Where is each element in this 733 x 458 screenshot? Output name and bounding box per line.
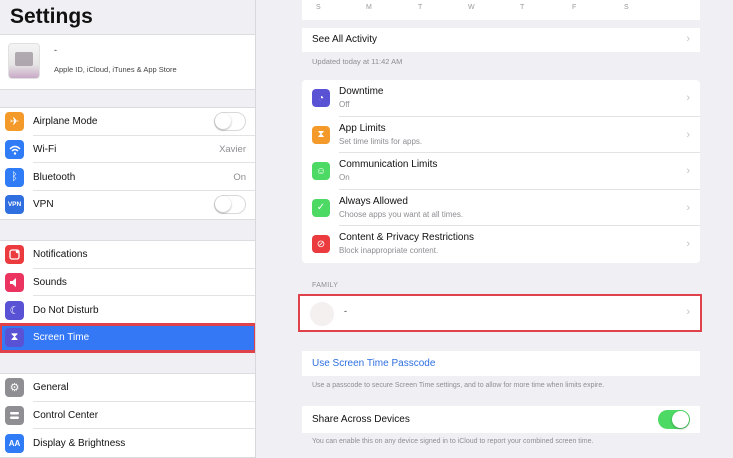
- moon-icon: ☾: [5, 300, 24, 320]
- item-title: Downtime: [339, 86, 384, 97]
- sidebar-item-label: VPN: [33, 199, 54, 211]
- sidebar-item-label: Sounds: [33, 277, 67, 289]
- sidebar-item-display-brightness[interactable]: AA Display & Brightness: [0, 429, 255, 457]
- chevron-right-icon: ›: [686, 201, 690, 214]
- passcode-label: Use Screen Time Passcode: [312, 358, 436, 369]
- item-subtitle: Off: [339, 100, 350, 109]
- restriction-icon: ⊘: [312, 235, 330, 253]
- day-label: W: [468, 4, 475, 11]
- sidebar-item-bluetooth[interactable]: ᛒ Bluetooth On: [0, 163, 255, 192]
- vpn-icon: VPN: [5, 195, 24, 215]
- sidebar-item-control-center[interactable]: Control Center: [0, 402, 255, 430]
- sidebar-item-label: Screen Time: [33, 332, 90, 344]
- day-label: T: [520, 4, 525, 11]
- sidebar-item-label: Airplane Mode: [33, 116, 98, 128]
- sidebar-item-label: General: [33, 382, 69, 394]
- chevron-right-icon: ›: [686, 128, 690, 141]
- notifications-icon: [5, 245, 24, 265]
- list-item-app-limits[interactable]: ⧗ App Limits Set time limits for apps. ›: [302, 117, 700, 153]
- sidebar-item-airplane-mode[interactable]: ✈ Airplane Mode: [0, 108, 255, 136]
- sidebar-item-vpn[interactable]: VPN VPN: [0, 191, 255, 219]
- day-label: S: [316, 4, 321, 11]
- chevron-right-icon: ›: [686, 92, 690, 104]
- sidebar-item-general[interactable]: ⚙ General: [0, 374, 255, 402]
- hourglass-icon: ⧗: [312, 125, 330, 144]
- settings-sidebar: Settings - Apple ID, iCloud, iTunes & Ap…: [0, 0, 256, 458]
- list-item-downtime[interactable]: ◔ Downtime Off ›: [302, 80, 700, 117]
- see-all-activity-label: See All Activity: [312, 34, 378, 45]
- chevron-right-icon: ›: [686, 165, 690, 177]
- general-group: ⚙ General Control Center AA Display & Br…: [0, 373, 255, 458]
- updated-timestamp: Updated today at 11:42 AM: [312, 57, 403, 66]
- use-passcode-button[interactable]: Use Screen Time Passcode: [302, 351, 700, 376]
- sidebar-item-sounds[interactable]: Sounds: [0, 269, 255, 297]
- wifi-icon: [5, 140, 24, 160]
- list-item-always-allowed[interactable]: ✓ Always Allowed Choose apps you want at…: [302, 190, 700, 226]
- screen-time-pane: S M T W T F S See All Activity › Updated…: [257, 0, 733, 458]
- communication-icon: ☺: [312, 162, 330, 180]
- airplane-mode-toggle[interactable]: [214, 112, 246, 132]
- sidebar-item-label: Notifications: [33, 249, 88, 261]
- family-section-header: FAMILY: [312, 282, 339, 289]
- sidebar-item-notifications[interactable]: Notifications: [0, 241, 255, 269]
- sidebar-item-wifi[interactable]: Wi-Fi Xavier: [0, 136, 255, 164]
- family-member-name: -: [344, 306, 347, 316]
- sidebar-item-label: Bluetooth: [33, 171, 76, 183]
- share-across-devices-row: Share Across Devices: [302, 406, 700, 433]
- page-title: Settings: [10, 5, 93, 28]
- bluetooth-icon: ᛒ: [5, 167, 24, 187]
- control-center-icon: [5, 406, 24, 426]
- sidebar-item-screen-time[interactable]: ⧗ Screen Time: [0, 323, 255, 353]
- checkmark-icon: ✓: [312, 198, 330, 217]
- profile-name: -: [54, 45, 57, 55]
- share-across-devices-toggle[interactable]: [658, 410, 690, 429]
- sidebar-item-label: Control Center: [33, 410, 99, 422]
- passcode-note: Use a passcode to secure Screen Time set…: [312, 382, 605, 389]
- family-member-row[interactable]: - ›: [298, 294, 702, 332]
- airplane-icon: ✈: [5, 112, 24, 132]
- sidebar-item-label: Wi-Fi: [33, 144, 57, 156]
- list-item-communication-limits[interactable]: ☺ Communication Limits On ›: [302, 153, 700, 190]
- item-subtitle: Block inappropriate content.: [339, 246, 439, 255]
- vpn-toggle[interactable]: [214, 195, 246, 215]
- chart-day-labels: S M T W T F S: [302, 4, 700, 16]
- sidebar-item-do-not-disturb[interactable]: ☾ Do Not Disturb: [0, 296, 255, 325]
- wifi-network-value: Xavier: [219, 144, 246, 156]
- downtime-icon: ◔: [312, 89, 330, 107]
- display-icon: AA: [5, 433, 24, 453]
- notifications-group: Notifications Sounds ☾ Do Not Disturb ⧗ …: [0, 240, 255, 353]
- usage-chart: S M T W T F S: [302, 0, 700, 20]
- item-title: Content & Privacy Restrictions: [339, 232, 475, 243]
- bluetooth-value: On: [233, 171, 246, 183]
- screen-time-options: ◔ Downtime Off › ⧗ App Limits Set time l…: [302, 80, 700, 263]
- item-subtitle: Choose apps you want at all times.: [339, 209, 464, 219]
- gear-icon: ⚙: [5, 378, 24, 398]
- sidebar-item-label: Do Not Disturb: [33, 304, 99, 316]
- item-title: Always Allowed: [339, 195, 408, 207]
- item-title: Communication Limits: [339, 159, 438, 170]
- connectivity-group: ✈ Airplane Mode Wi-Fi Xavier ᛒ Bluetooth…: [0, 107, 255, 220]
- item-title: App Limits: [339, 122, 386, 134]
- share-note: You can enable this on any device signed…: [312, 438, 594, 445]
- chevron-right-icon: ›: [686, 306, 690, 318]
- avatar: [310, 302, 334, 326]
- sidebar-item-label: Display & Brightness: [33, 437, 126, 449]
- chevron-right-icon: ›: [686, 238, 690, 250]
- see-all-activity-button[interactable]: See All Activity ›: [302, 28, 700, 52]
- chevron-right-icon: ›: [686, 33, 690, 45]
- item-subtitle: Set time limits for apps.: [339, 136, 423, 146]
- share-label: Share Across Devices: [312, 414, 410, 425]
- hourglass-icon: ⧗: [5, 328, 24, 348]
- item-subtitle: On: [339, 173, 350, 182]
- apple-id-profile[interactable]: - Apple ID, iCloud, iTunes & App Store: [0, 34, 255, 90]
- sounds-icon: [5, 273, 24, 293]
- day-label: M: [366, 4, 372, 11]
- day-label: T: [418, 4, 423, 11]
- list-item-content-privacy[interactable]: ⊘ Content & Privacy Restrictions Block i…: [302, 226, 700, 263]
- profile-subtitle: Apple ID, iCloud, iTunes & App Store: [54, 65, 177, 74]
- day-label: S: [624, 4, 629, 11]
- day-label: F: [572, 4, 577, 11]
- avatar: [8, 43, 40, 79]
